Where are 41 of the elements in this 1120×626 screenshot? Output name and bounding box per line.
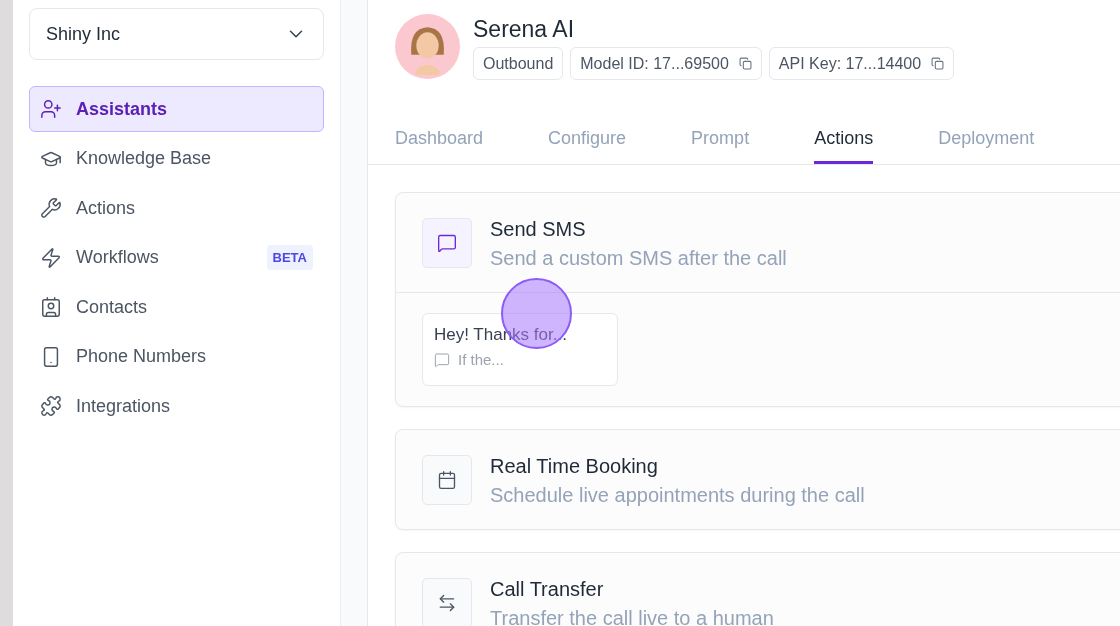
contact-card-icon (40, 296, 62, 318)
action-description: Transfer the call live to a human (490, 607, 774, 626)
sidebar-item[interactable]: Integrations (29, 383, 324, 429)
tab[interactable]: Actions (814, 128, 874, 164)
sidebar-item[interactable]: Contacts (29, 284, 324, 330)
beta-badge: BETA (266, 245, 313, 270)
user-plus-icon (40, 98, 62, 120)
action-title: Call Transfer (490, 578, 605, 601)
action-card[interactable]: Real Time Booking Schedule live appointments during the call (395, 429, 1120, 530)
copy-icon[interactable] (931, 57, 945, 70)
sidebar-item-label: Assistants (76, 98, 169, 120)
sidebar-item[interactable]: Actions (29, 185, 324, 231)
chat-bubble-icon (434, 351, 450, 368)
action-card[interactable]: Call Transfer Transfer the call live to a human (395, 552, 1120, 626)
wrench-icon (40, 197, 62, 219)
sidebar-item-label: Knowledge Base (76, 148, 213, 169)
action-description: Schedule live appointments during the call (490, 484, 865, 507)
puzzle-icon (40, 395, 62, 417)
sidebar-item[interactable]: Workflows BETA (29, 234, 324, 281)
arrows-icon (437, 593, 457, 613)
workspace-select[interactable]: Shiny Inc (29, 8, 324, 60)
copy-icon[interactable] (738, 57, 752, 70)
sidebar-item-label: Phone Numbers (76, 346, 208, 367)
calendar-icon (437, 470, 457, 490)
sidebar-item-label: Contacts (76, 296, 149, 318)
lightning-icon (40, 246, 62, 269)
action-description: Send a custom SMS after the call (490, 247, 787, 270)
sidebar-item-label: Workflows (76, 247, 160, 268)
sidebar-item[interactable]: Assistants (29, 86, 324, 132)
info-tag: Model ID: 17...69500 (570, 47, 762, 80)
action-title: Real Time Booking (490, 455, 659, 478)
info-tag: Outbound (473, 47, 564, 80)
sidebar-item-label: Actions (76, 197, 137, 219)
info-tag: API Key: 17...14400 (768, 47, 955, 80)
action-title: Send SMS (490, 218, 587, 241)
sidebar-item[interactable]: Knowledge Base (29, 135, 324, 182)
chat-bubble-icon (437, 233, 457, 253)
sidebar-item[interactable]: Phone Numbers (29, 333, 324, 380)
sidebar-item-label: Integrations (76, 395, 172, 417)
avatar-drawing (395, 14, 460, 79)
assistant-name: Serena AI (473, 16, 576, 43)
